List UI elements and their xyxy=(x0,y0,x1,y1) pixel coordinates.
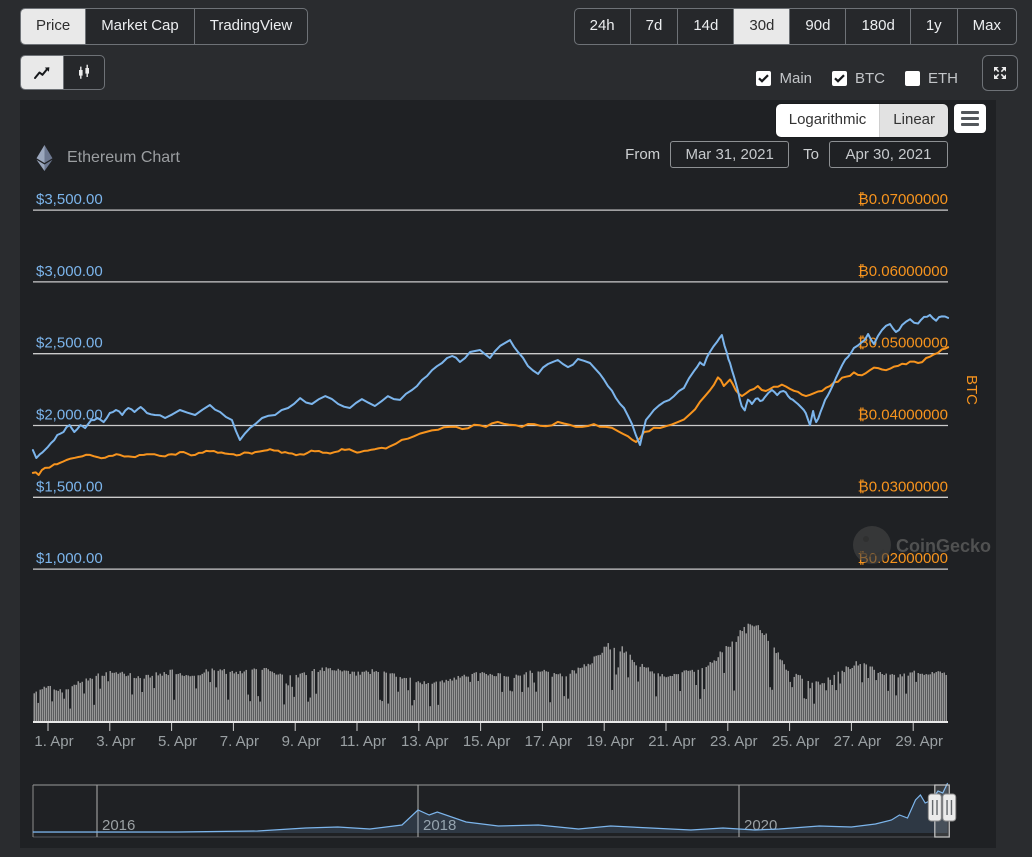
date-range-controls: From Mar 31, 2021 To Apr 30, 2021 xyxy=(625,141,948,168)
from-label: From xyxy=(625,146,660,163)
overlay-checkbox-btc[interactable]: BTC xyxy=(832,70,885,87)
fullscreen-button[interactable] xyxy=(982,55,1018,91)
x-tick-label: 7. Apr xyxy=(220,733,259,750)
range-button-180d[interactable]: 180d xyxy=(846,9,910,44)
navigator-sparkline xyxy=(33,783,948,832)
btc-axis-labels: ₿0.07000000 ₿0.06000000 ₿0.05000000 ₿0.0400… xyxy=(858,191,948,567)
volume-bars xyxy=(34,624,948,722)
expand-arrows-icon xyxy=(992,65,1008,81)
btc-tick-label: ₿0.07000000 xyxy=(858,191,948,208)
x-tick-label: 25. Apr xyxy=(772,733,820,750)
chart-panel: $3,500.00$3,000.00$2,500.00$2,000.00$1,5… xyxy=(20,100,996,848)
chart-title: Ethereum Chart xyxy=(36,145,180,171)
navigator-handle-right[interactable] xyxy=(943,794,956,821)
overlay-label: ETH xyxy=(928,70,958,87)
to-label: To xyxy=(803,146,819,163)
btc-tick-label: ₿0.04000000 xyxy=(858,407,948,424)
checkbox-checked-icon xyxy=(832,71,847,86)
view-tab-price[interactable]: Price xyxy=(21,9,86,44)
chart-type-button-line-chart[interactable] xyxy=(21,56,64,89)
usd-series-line xyxy=(33,315,948,458)
x-tick-label: 3. Apr xyxy=(96,733,135,750)
gridlines xyxy=(33,210,948,569)
x-tick-label: 1. Apr xyxy=(34,733,73,750)
checkbox-unchecked-icon xyxy=(905,71,920,86)
btc-series-line xyxy=(33,347,948,475)
range-button-90d[interactable]: 90d xyxy=(790,9,846,44)
x-tick-label: 21. Apr xyxy=(648,733,696,750)
range-button-7d[interactable]: 7d xyxy=(631,9,679,44)
navigator[interactable]: 201620182020 xyxy=(33,783,956,837)
chart-type-buttons xyxy=(20,55,105,90)
x-tick-label: 5. Apr xyxy=(158,733,197,750)
chart-title-label: Ethereum Chart xyxy=(67,149,180,167)
usd-tick-label: $3,000.00 xyxy=(36,263,103,280)
checkbox-checked-icon xyxy=(756,71,771,86)
scale-button-linear[interactable]: Linear xyxy=(880,104,948,137)
watermark-text: CoinGecko xyxy=(896,536,991,556)
range-button-14d[interactable]: 14d xyxy=(678,9,734,44)
x-tick-label: 9. Apr xyxy=(282,733,321,750)
x-axis: 1. Apr 3. Apr 5. Apr 7. Apr 9. Apr 11. Apr 13.… xyxy=(33,722,948,750)
x-tick-label: 17. Apr xyxy=(525,733,573,750)
view-tabs: PriceMarket CapTradingView xyxy=(20,8,308,45)
x-tick-label: 29. Apr xyxy=(895,733,943,750)
range-button-max[interactable]: Max xyxy=(958,9,1016,44)
ethereum-logo xyxy=(36,145,53,171)
usd-tick-label: $1,500.00 xyxy=(36,478,103,495)
x-tick-label: 11. Apr xyxy=(340,733,386,750)
range-buttons: 24h7d14d30d90d180d1yMax xyxy=(574,8,1017,45)
overlay-checkboxes: Main BTC ETH xyxy=(756,70,958,87)
overlay-checkbox-main[interactable]: Main xyxy=(756,70,812,87)
chart-type-button-candlestick-chart[interactable] xyxy=(64,56,104,89)
chart-context-menu-button[interactable] xyxy=(954,104,986,133)
x-tick-label: 27. Apr xyxy=(834,733,882,750)
range-button-30d[interactable]: 30d xyxy=(734,9,790,44)
view-tab-market-cap[interactable]: Market Cap xyxy=(86,9,195,44)
overlay-checkbox-eth[interactable]: ETH xyxy=(905,70,958,87)
usd-tick-label: $1,000.00 xyxy=(36,550,103,567)
x-tick-label: 15. Apr xyxy=(463,733,511,750)
btc-tick-label: ₿0.03000000 xyxy=(858,478,948,495)
range-button-24h[interactable]: 24h xyxy=(575,9,631,44)
usd-axis-labels: $3,500.00$3,000.00$2,500.00$2,000.00$1,5… xyxy=(36,191,103,567)
view-tab-tradingview[interactable]: TradingView xyxy=(195,9,308,44)
overlay-label: BTC xyxy=(855,70,885,87)
usd-tick-label: $2,500.00 xyxy=(36,335,103,352)
btc-tick-label: ₿0.06000000 xyxy=(858,263,948,280)
usd-tick-label: $3,500.00 xyxy=(36,191,103,208)
btc-axis-title: BTC xyxy=(963,375,980,405)
scale-buttons: LogarithmicLinear xyxy=(776,104,948,137)
from-date-input[interactable]: Mar 31, 2021 xyxy=(670,141,789,168)
line-chart-icon xyxy=(33,65,51,81)
range-button-1y[interactable]: 1y xyxy=(911,9,958,44)
x-tick-label: 13. Apr xyxy=(401,733,449,750)
x-tick-label: 19. Apr xyxy=(586,733,634,750)
overlay-label: Main xyxy=(779,70,812,87)
to-date-input[interactable]: Apr 30, 2021 xyxy=(829,141,948,168)
candlestick-chart-icon xyxy=(76,64,92,81)
btc-tick-label: ₿0.05000000 xyxy=(858,335,948,352)
navigator-handle-left[interactable] xyxy=(928,794,941,821)
ethereum-price-chart[interactable]: $3,500.00$3,000.00$2,500.00$2,000.00$1,5… xyxy=(20,100,996,848)
scale-button-logarithmic[interactable]: Logarithmic xyxy=(776,104,881,137)
x-tick-label: 23. Apr xyxy=(710,733,758,750)
